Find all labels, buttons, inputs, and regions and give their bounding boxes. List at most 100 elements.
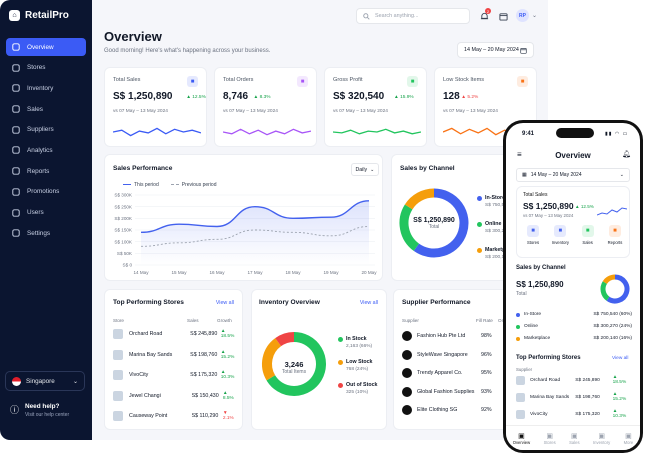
kpi-change: ▲ 15.9% [394, 95, 414, 100]
donut-center-label: Total Items [281, 369, 307, 375]
calendar-button[interactable] [498, 11, 508, 21]
supplier-fill-rate: 93% [481, 388, 492, 395]
tab-stores[interactable]: ▣ Stores [544, 432, 556, 445]
date-range-picker[interactable]: 14 May – 20 May 2024 [457, 42, 534, 58]
supplier-logo [402, 386, 412, 397]
quick-actions: ■ Stores ■ Inventory ■ Sales ■ Reports [521, 225, 627, 245]
sales-icon: ▣ [571, 432, 578, 440]
store-name: VivoCity [129, 372, 149, 378]
legend-value: 768 (24%) [346, 367, 369, 372]
notification-button[interactable]: 2 [479, 8, 491, 21]
search-input[interactable]: Search anything... [356, 8, 470, 24]
donut-center-label: Total [428, 224, 440, 230]
supplier-name: Fashion Hub Pte Ltd [417, 333, 466, 339]
table-row[interactable]: Global Fashion Supplies 93% [402, 386, 492, 397]
legend-item: Previous period [170, 182, 216, 188]
users-icon [12, 126, 20, 134]
store-name: Marina Bay Sands [129, 351, 173, 358]
kpi-card[interactable]: Gross Profit S$ 320,540 ▲ 15.9% vs 07 May –… [324, 67, 427, 147]
legend-dot [516, 324, 520, 329]
inventory-icon: ▣ [598, 432, 605, 440]
x-tick-label: 17 May [247, 270, 263, 275]
view-all-link[interactable]: View all [612, 356, 628, 361]
table-row[interactable]: Trendy Apparel Co. 95% [402, 368, 492, 378]
x-tick-label: 16 May [209, 270, 225, 275]
alert-icon: ■ [517, 76, 528, 87]
chart-legend: This period Previous period [123, 182, 216, 188]
table-row[interactable]: Jewel Changi S$ 150,430 ▲ 8.5% [113, 390, 239, 401]
donut-slice [275, 332, 295, 347]
sidebar-item-settings[interactable]: Settings [6, 224, 86, 242]
sidebar-item-suppliers[interactable]: Suppliers [6, 121, 86, 139]
table-row[interactable]: Marina Bay Sands S$ 198,760 ▲ 15.2% [516, 392, 632, 402]
view-all-link[interactable]: View all [360, 300, 378, 306]
phone-mockup: 9:41 ▮▮ ◠ ▭ ≡ Overview 🔔︎ ▦ 14 May – 20 M… [503, 120, 643, 453]
tab-more[interactable]: ▣ More [624, 432, 634, 445]
sidebar-item-label: Sales [27, 105, 43, 113]
x-tick-label: 19 May [323, 270, 339, 275]
quick-action-stores[interactable]: ■ Stores [521, 225, 545, 245]
table-row[interactable]: Orchard Road S$ 245,890 ▲ 18.5% [113, 329, 239, 339]
column-header: Store [113, 318, 124, 323]
sidebar-item-stores[interactable]: Stores [6, 59, 86, 77]
page-subtitle: Good morning! Here's what's happening ac… [104, 48, 271, 54]
quick-action-inventory[interactable]: ■ Inventory [548, 225, 572, 245]
page-title: Overview [104, 29, 162, 44]
table-row[interactable]: Elite Clothing SG 92% [402, 405, 492, 415]
sidebar-item-inventory[interactable]: Inventory [6, 79, 86, 97]
phone-total-sales-compare: vs 07 May – 13 May 2024 [523, 213, 574, 218]
supplier-name: StyleWave Singapore [417, 351, 468, 358]
sidebar-item-reports[interactable]: Reports [6, 162, 86, 180]
quick-action-reports[interactable]: ■ Reports [603, 225, 627, 245]
kpi-card[interactable]: Total Orders 8,746 ▲ 8.3% vs 07 May – 13 Ma… [214, 67, 317, 147]
phone-date-picker[interactable]: ▦ 14 May – 20 May 2024 ⌄ [516, 168, 630, 182]
table-row[interactable]: VivoCity S$ 175,320 ▲ 10.3% [516, 409, 632, 419]
search-placeholder: Search anything... [375, 13, 419, 19]
store-growth: ▲ 15.2% [220, 349, 235, 360]
table-row[interactable]: Marina Bay Sands S$ 198,760 ▲ 15.2% [113, 349, 239, 360]
tab-overview[interactable]: ▣ Overview [513, 432, 530, 445]
quick-action-sales[interactable]: ■ Sales [576, 225, 600, 245]
kpi-change: ▲ 8.3% [253, 95, 271, 100]
sidebar-item-users[interactable]: Users [6, 204, 86, 222]
store-growth: ▲ 18.5% [612, 375, 627, 385]
table-row[interactable]: StyleWave Singapore 96% [402, 349, 492, 360]
legend-dot [338, 360, 343, 365]
tab-sales[interactable]: ▣ Sales [569, 432, 579, 445]
kpi-card[interactable]: Total Sales S$ 1,250,890 ▲ 12.5% vs 07 May … [104, 67, 207, 147]
store-growth: ▼ 2.1% [222, 411, 234, 421]
column-header: Supplier [402, 318, 419, 323]
period-select[interactable]: Daily ⌄ [351, 163, 379, 176]
table-row[interactable]: Causeway Point S$ 110,290 ▼ 2.1% [113, 411, 239, 421]
brand-name: RetailPro [25, 10, 69, 21]
store-thumbnail [516, 409, 525, 419]
brand[interactable]: ⌂ RetailPro [9, 10, 69, 21]
table-row[interactable]: Orchard Road S$ 245,890 ▲ 18.5% [516, 375, 632, 385]
kpi-value: 8,746 [223, 91, 249, 102]
search-icon [363, 12, 370, 20]
bell-icon[interactable]: 🔔︎ [622, 150, 631, 158]
table-row[interactable]: VivoCity S$ 175,320 ▲ 10.3% [113, 370, 239, 380]
reports-icon: ■ [608, 225, 621, 237]
help-center-link[interactable]: ⓘ Need help? Visit our help center [10, 403, 69, 418]
sidebar-item-sales[interactable]: Sales [6, 100, 86, 118]
country-selector[interactable]: Singapore ⌄ [5, 371, 85, 391]
user-menu[interactable]: RP ⌄ [516, 9, 537, 22]
tab-inventory[interactable]: ▣ Inventory [593, 432, 610, 445]
kpi-compare: vs 07 May – 13 May 2024 [333, 109, 388, 114]
x-tick-label: 15 May [171, 270, 187, 275]
store-thumbnail [113, 411, 123, 421]
sidebar-item-overview[interactable]: Overview [6, 38, 86, 56]
view-all-link[interactable]: View all [216, 300, 234, 306]
channel-name: Marketplace [524, 336, 551, 341]
sidebar-item-analytics[interactable]: Analytics [6, 141, 86, 159]
table-row[interactable]: Fashion Hub Pte Ltd 98% [402, 331, 492, 341]
legend-dot [338, 337, 343, 342]
phone-total-sales-card: Total Sales S$ 1,250,890 ▲ 12.5% vs 07 M… [516, 186, 630, 258]
store-growth: ▲ 18.5% [220, 329, 235, 339]
kpi-sparkline [333, 128, 421, 135]
legend-dot [477, 222, 482, 227]
sales-performance-title: Sales Performance [113, 165, 173, 172]
status-icons: ▮▮ ◠ ▭ [605, 131, 629, 137]
sidebar-item-promotions[interactable]: Promotions [6, 183, 86, 201]
